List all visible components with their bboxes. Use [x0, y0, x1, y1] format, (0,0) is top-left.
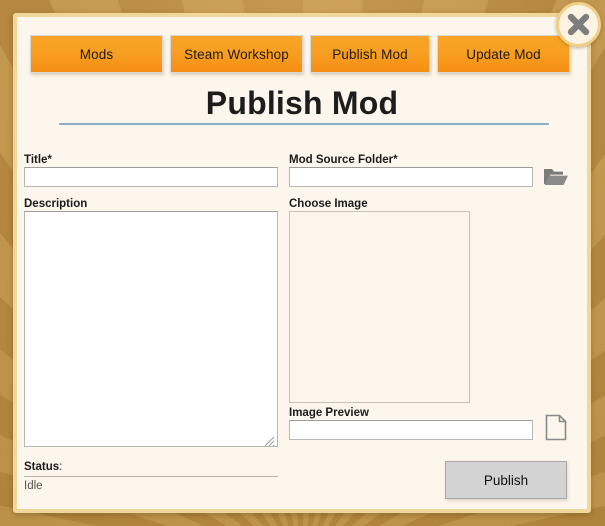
tab-update-mod[interactable]: Update Mod — [437, 35, 570, 73]
tab-publish-mod[interactable]: Publish Mod — [310, 35, 430, 73]
folder-open-icon[interactable] — [543, 165, 569, 189]
status-divider — [24, 476, 278, 477]
tab-steam-workshop[interactable]: Steam Workshop — [170, 35, 303, 73]
choose-image-dropzone[interactable] — [289, 211, 470, 403]
choose-image-label: Choose Image — [289, 198, 368, 210]
description-field-label: Description — [24, 198, 88, 210]
status-label-separator: : — [59, 461, 63, 473]
image-preview-label: Image Preview — [289, 407, 369, 419]
tab-mods[interactable]: Mods — [30, 35, 163, 73]
tab-steam-workshop-label: Steam Workshop — [184, 46, 289, 62]
tab-bar: Mods Steam Workshop Publish Mod Update M… — [17, 35, 587, 75]
publish-mod-dialog: Mods Steam Workshop Publish Mod Update M… — [13, 13, 591, 513]
title-divider — [59, 123, 549, 125]
document-icon[interactable] — [545, 414, 567, 441]
status-label: Status: — [24, 461, 62, 473]
tab-update-mod-label: Update Mod — [466, 46, 541, 62]
mod-source-folder-label: Mod Source Folder* — [289, 154, 398, 166]
status-value: Idle — [24, 480, 43, 492]
title-field-label: Title* — [24, 154, 52, 166]
close-button[interactable] — [556, 2, 601, 47]
status-label-text: Status — [24, 461, 60, 473]
tab-mods-label: Mods — [79, 46, 114, 62]
page-title: Publish Mod — [205, 85, 399, 121]
description-input[interactable] — [24, 211, 278, 447]
mod-source-folder-input[interactable] — [289, 167, 533, 187]
title-input[interactable] — [24, 167, 278, 187]
dialog-content: Mods Steam Workshop Publish Mod Update M… — [17, 17, 587, 509]
image-preview-input[interactable] — [289, 420, 533, 440]
close-x-icon — [567, 13, 590, 36]
publish-button[interactable]: Publish — [445, 461, 567, 499]
tab-publish-mod-label: Publish Mod — [332, 46, 408, 62]
